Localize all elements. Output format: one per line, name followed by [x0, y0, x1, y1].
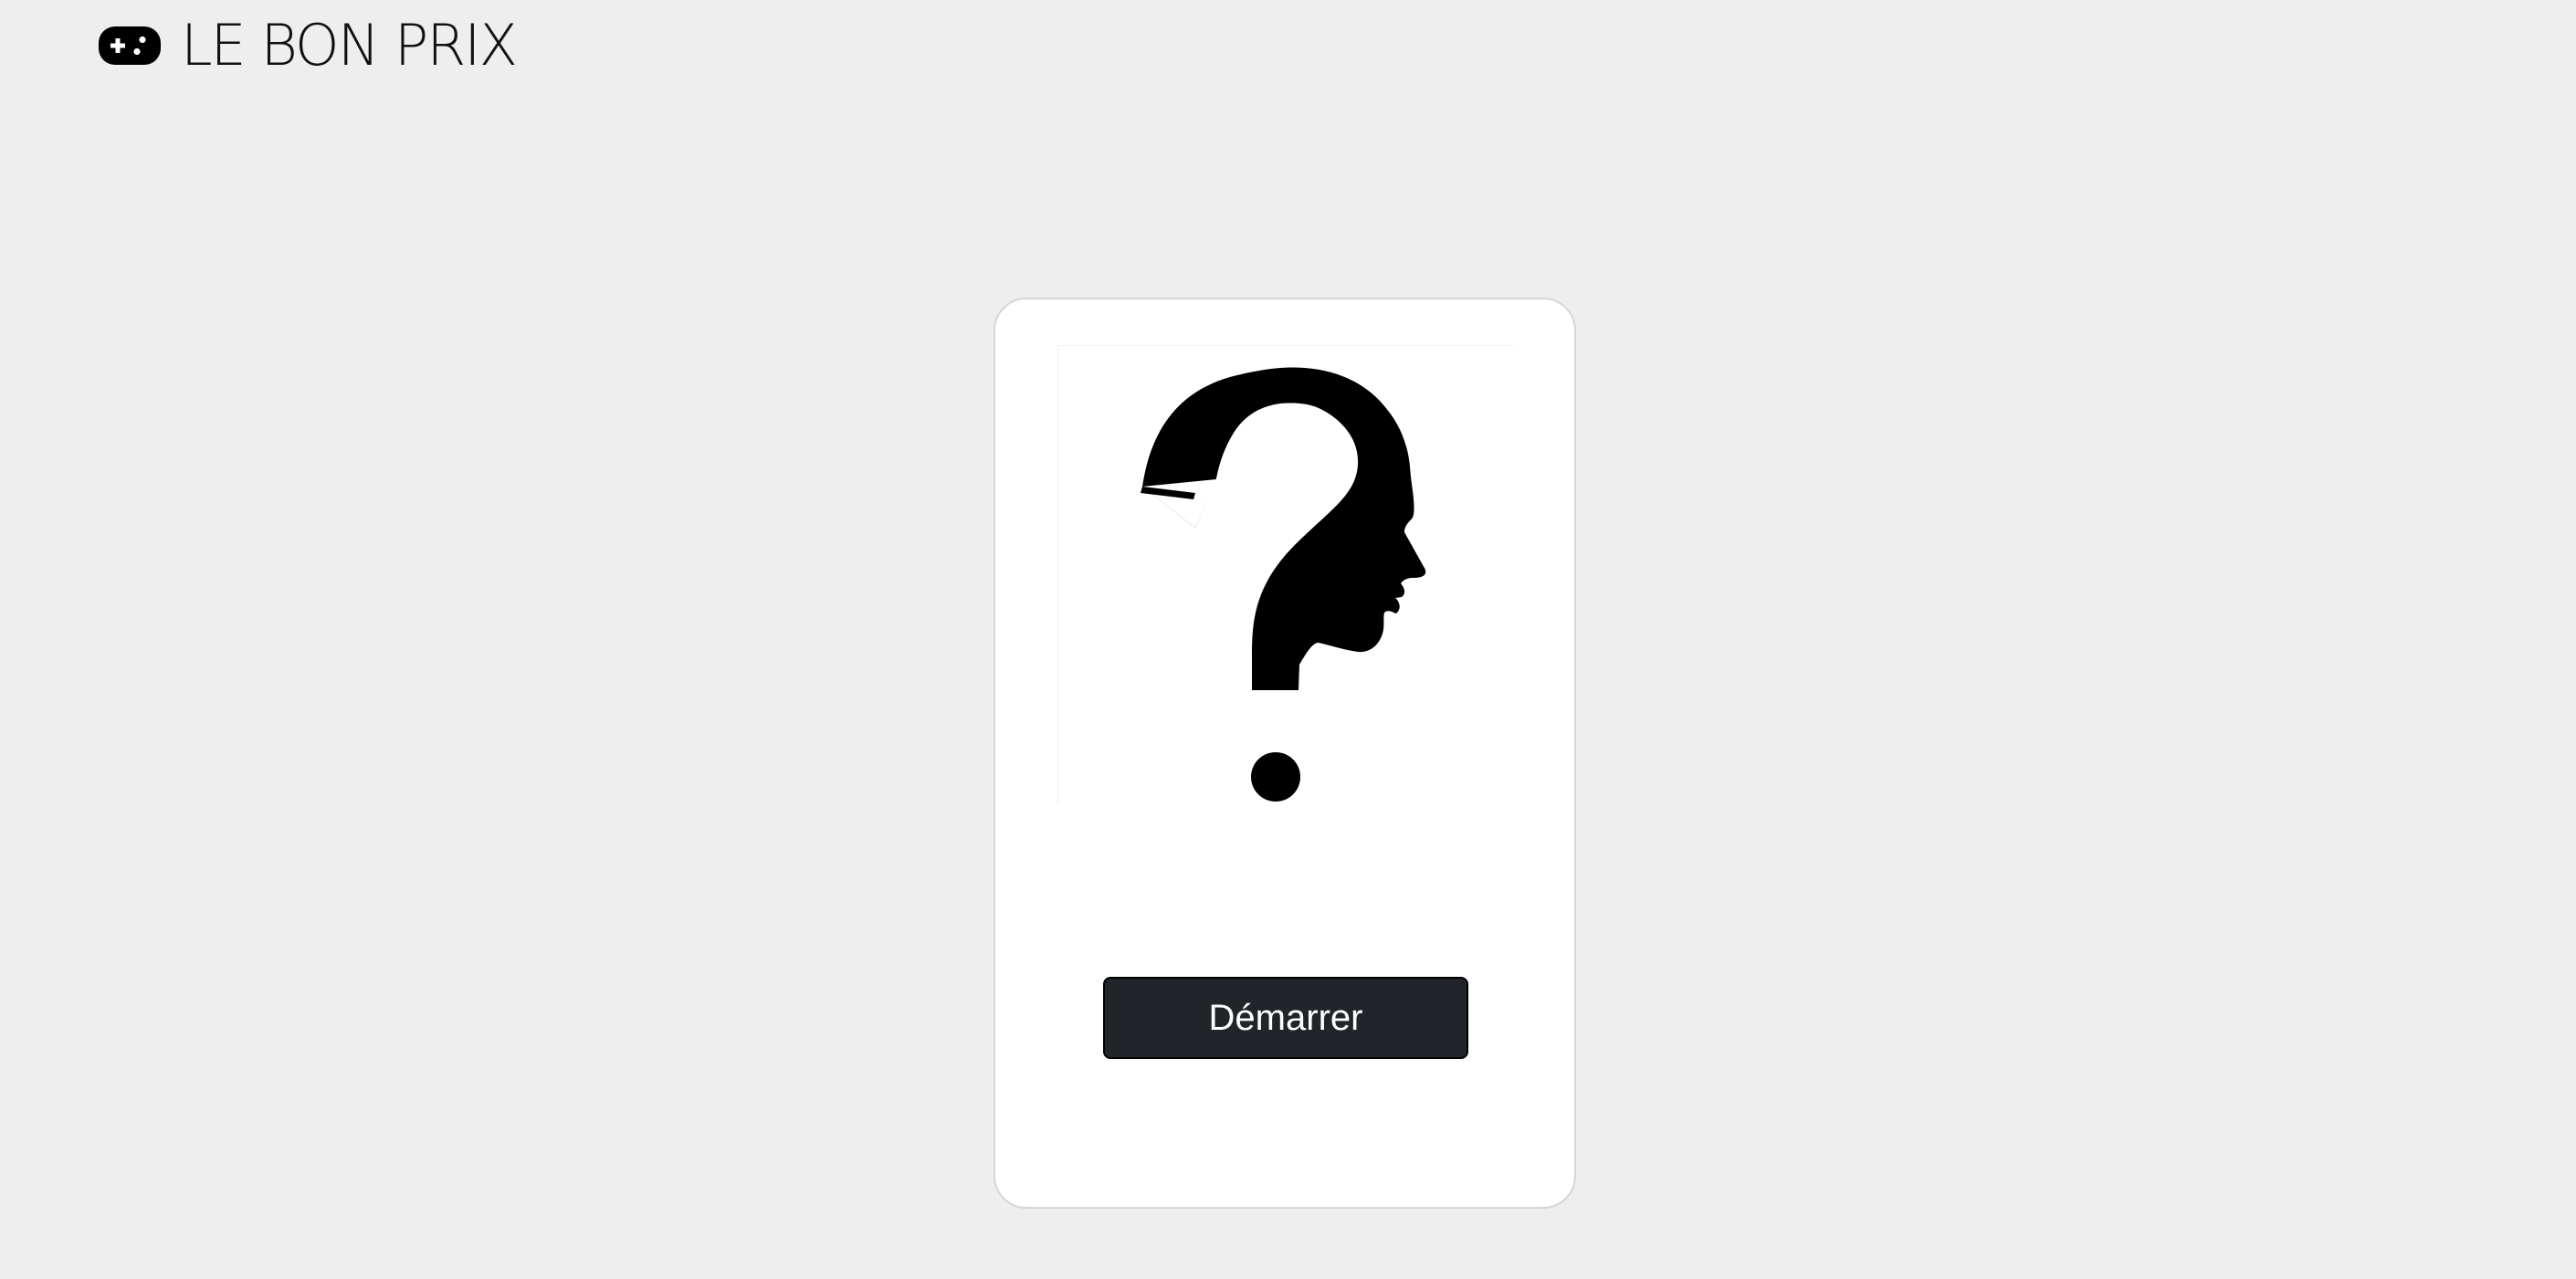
question-mark-head-silhouette-icon: [1057, 345, 1514, 803]
start-button[interactable]: Démarrer: [1103, 977, 1468, 1059]
game-card: Démarrer: [994, 298, 1576, 1209]
brand-logo-text[interactable]: LE BON PRIX: [181, 17, 518, 74]
header: LE BON PRIX: [99, 17, 518, 74]
gamepad-icon[interactable]: [99, 26, 161, 65]
